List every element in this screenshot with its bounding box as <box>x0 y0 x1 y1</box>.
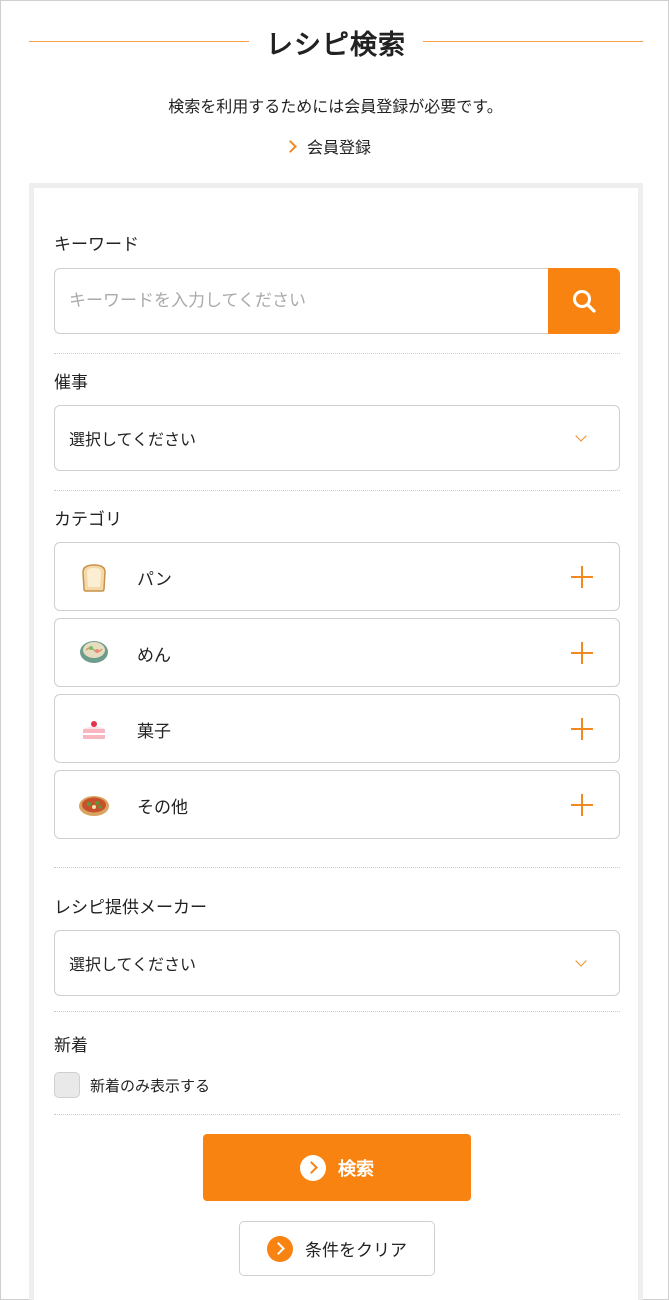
plus-icon <box>571 566 593 588</box>
chevron-circle-right-icon <box>267 1235 293 1262</box>
divider <box>54 490 620 491</box>
page-title-row: レシピ検索 <box>29 23 643 61</box>
category-item-sweets[interactable]: 菓子 <box>54 694 620 763</box>
maker-select[interactable]: 選択してください <box>54 930 620 996</box>
category-name: 菓子 <box>137 722 171 742</box>
category-label: カテゴリ <box>54 510 122 530</box>
membership-notice: 検索を利用するためには会員登録が必要です。 <box>168 97 503 116</box>
page-title: レシピ検索 <box>266 30 406 61</box>
search-button[interactable]: 検索 <box>203 1134 471 1201</box>
maker-select-value: 選択してください <box>69 955 197 974</box>
category-name: めん <box>137 646 171 666</box>
search-button-label: 検索 <box>338 1158 374 1180</box>
category-item-bread[interactable]: パン <box>54 542 620 611</box>
new-only-checkbox-row[interactable]: 新着のみ表示する <box>54 1072 210 1098</box>
divider <box>54 1114 620 1115</box>
title-rule-right <box>423 41 643 42</box>
event-select[interactable]: 選択してください <box>54 405 620 471</box>
plus-icon <box>571 794 593 816</box>
category-item-other[interactable]: その他 <box>54 770 620 839</box>
keyword-label: キーワード <box>54 235 139 255</box>
plus-icon <box>571 718 593 740</box>
clear-conditions-label: 条件をクリア <box>305 1241 407 1261</box>
search-icon <box>573 290 596 313</box>
clear-conditions-button[interactable]: 条件をクリア <box>239 1221 435 1276</box>
new-only-checkbox-label: 新着のみ表示する <box>90 1076 211 1095</box>
chevron-down-icon <box>575 430 587 442</box>
category-name: パン <box>137 570 172 590</box>
cake-icon <box>83 721 105 739</box>
divider <box>54 867 620 868</box>
event-label: 催事 <box>54 373 88 393</box>
divider <box>54 353 620 354</box>
category-item-noodles[interactable]: めん <box>54 618 620 687</box>
register-link[interactable]: 会員登録 <box>284 134 372 158</box>
maker-label: レシピ提供メーカー <box>54 898 207 918</box>
category-name: その他 <box>137 798 188 818</box>
register-link-label: 会員登録 <box>307 138 372 157</box>
event-select-value: 選択してください <box>69 430 197 449</box>
chevron-down-icon <box>575 955 587 967</box>
page-frame: レシピ検索 検索を利用するためには会員登録が必要です。 会員登録 キーワード 催… <box>0 0 669 1300</box>
divider <box>54 1011 620 1012</box>
chevron-right-icon <box>284 139 297 153</box>
keyword-search-box <box>54 268 620 334</box>
pizza-icon <box>79 796 109 816</box>
new-only-checkbox[interactable] <box>54 1072 80 1098</box>
noodle-bowl-icon <box>80 641 108 663</box>
plus-icon <box>571 642 593 664</box>
keyword-input[interactable] <box>55 269 547 333</box>
bread-icon <box>82 564 106 592</box>
search-panel: キーワード 催事 選択してください カテゴリ パン <box>29 183 643 1300</box>
chevron-circle-right-icon <box>300 1154 326 1181</box>
new-arrivals-label: 新着 <box>54 1036 88 1056</box>
keyword-search-button[interactable] <box>548 268 620 334</box>
